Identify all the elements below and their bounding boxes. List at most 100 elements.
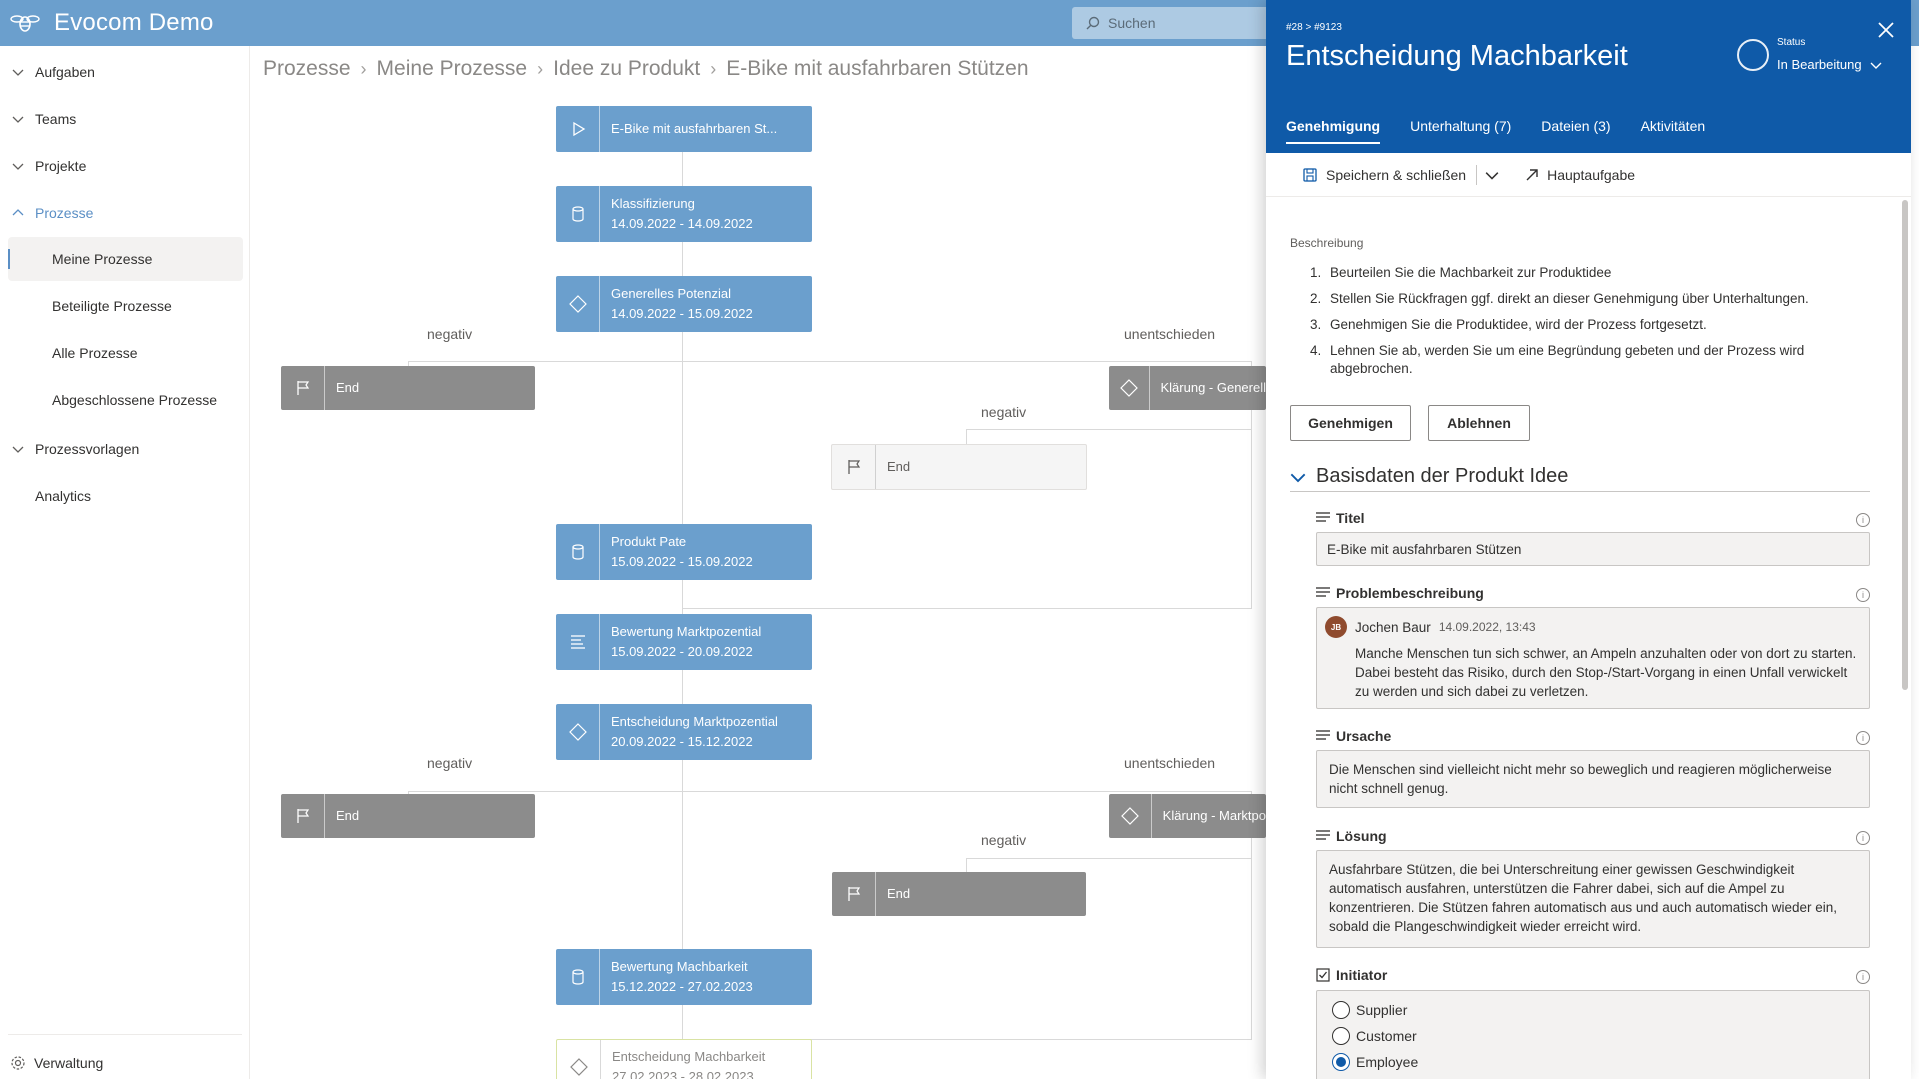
sidebar-item-teams[interactable]: Teams [0, 97, 250, 141]
main-task-button[interactable]: Hauptaufgabe [1525, 167, 1635, 183]
branch-label-negativ: negativ [427, 326, 473, 342]
flow-node-task[interactable]: Bewertung Machbarkeit 15.12.2022 - 27.02.… [556, 949, 812, 1005]
sidebar-sub-label: Beteiligte Prozesse [52, 298, 172, 314]
flow-node-task[interactable]: Produkt Pate 15.09.2022 - 15.09.2022 [556, 524, 812, 580]
flow-node-klaerung[interactable]: Klärung - Generell [1109, 366, 1266, 410]
flow-node-end[interactable]: End [281, 366, 535, 410]
sidebar-sub-beteiligte-prozesse[interactable]: Beteiligte Prozesse [8, 284, 243, 328]
diamond-icon [569, 1058, 588, 1076]
info-icon[interactable]: i [1856, 970, 1870, 984]
radio-button[interactable] [1332, 1027, 1350, 1045]
sidebar-item-aufgaben[interactable]: Aufgaben [0, 50, 250, 94]
description-item: 4. Lehnen Sie ab, werden Sie um eine Begr… [1310, 343, 1805, 376]
flow-node-decision[interactable]: Generelles Potenzial 14.09.2022 - 15.09.2… [556, 276, 812, 332]
flow-node-current[interactable]: Entscheidung Machbarkeit 27.02.2023 - 28.… [556, 1039, 812, 1079]
flow-node-task[interactable]: Klassifizierung 14.09.2022 - 14.09.2022 [556, 186, 812, 242]
info-icon[interactable]: i [1856, 731, 1870, 745]
flow-node-start[interactable]: E-Bike mit ausfahrbaren St... [556, 106, 812, 152]
tab-unterhaltung[interactable]: Unterhaltung (7) [1410, 118, 1511, 144]
panel-tabs: Genehmigung Unterhaltung (7) Dateien (3)… [1286, 118, 1735, 144]
database-icon [571, 969, 584, 985]
flow-connector [966, 858, 1252, 859]
save-close-button[interactable]: Speichern & schließen [1302, 167, 1466, 183]
flow-node-end[interactable]: End [832, 872, 1086, 916]
task-ids[interactable]: #28 > #9123 [1286, 22, 1342, 33]
sidebar: Aufgaben Teams Projekte Prozesse Meine P… [0, 46, 250, 1079]
tab-aktivitaeten[interactable]: Aktivitäten [1641, 118, 1706, 144]
radio-option-customer[interactable]: Customer [1332, 1027, 1417, 1045]
comment-text: Manche Menschen tun sich schwer, an Ampe… [1355, 646, 1857, 699]
breadcrumb-item[interactable]: E-Bike mit ausfahrbaren Stützen [726, 57, 1028, 81]
toolbar-separator [1476, 164, 1478, 185]
node-title: Entscheidung Machbarkeit [612, 1049, 766, 1064]
radio-option-employee[interactable]: Employee [1332, 1053, 1418, 1071]
node-title: Bewertung Marktpozential [611, 624, 762, 639]
comment-time: 14.09.2022, 13:43 [1438, 619, 1536, 634]
search-input[interactable]: Suchen [1072, 7, 1272, 39]
flow-node-end[interactable]: End [281, 794, 535, 838]
sidebar-item-analytics[interactable]: Analytics [35, 474, 91, 518]
flow-connector [408, 361, 1252, 362]
node-dates: 15.09.2022 - 15.09.2022 [611, 554, 753, 569]
flow-node-klaerung[interactable]: Klärung - Marktpo [1109, 794, 1266, 838]
status-dropdown[interactable]: In Bearbeitung [1777, 57, 1882, 72]
close-icon[interactable] [1876, 20, 1896, 40]
description-label: Beschreibung [1290, 236, 1364, 250]
section-header[interactable]: Basisdaten der Produkt Idee [1290, 462, 1870, 492]
node-title: End [336, 808, 360, 823]
info-icon[interactable]: i [1856, 588, 1870, 602]
checkbox-icon [1316, 968, 1330, 982]
flow-node-decision[interactable]: Entscheidung Marktpozential 20.09.2022 - … [556, 704, 812, 760]
info-icon[interactable]: i [1856, 513, 1870, 527]
sidebar-sub-abgeschlossene-prozesse[interactable]: Abgeschlossene Prozesse [8, 378, 243, 422]
sidebar-item-projekte[interactable]: Projekte [0, 144, 250, 188]
database-icon [571, 544, 584, 560]
node-title: Klärung - Generell [1160, 380, 1267, 395]
cause-field[interactable]: Die Menschen sind vielleicht nicht mehr … [1316, 750, 1870, 808]
flow-connector [682, 608, 1252, 609]
panel-body: Beschreibung 1. Beurteilen Sie die Machba… [1266, 198, 1911, 1079]
status-ring-icon [1737, 39, 1769, 71]
radio-option-supplier[interactable]: Supplier [1332, 1001, 1407, 1019]
approve-button[interactable]: Genehmigen [1290, 405, 1411, 441]
chevron-down-icon[interactable] [1485, 168, 1499, 182]
brand[interactable]: Evocom Demo [10, 8, 214, 38]
node-dates: 20.09.2022 - 15.12.2022 [611, 734, 753, 749]
tab-dateien[interactable]: Dateien (3) [1541, 118, 1610, 144]
radio-button-selected[interactable] [1332, 1053, 1350, 1071]
flow-node-end[interactable]: End [831, 444, 1087, 490]
info-icon[interactable]: i [1856, 831, 1870, 845]
branch-label-negativ: negativ [427, 755, 473, 771]
sidebar-item-prozesse[interactable]: Prozesse [0, 191, 250, 235]
breadcrumb-item[interactable]: Prozesse [263, 57, 351, 81]
main-task-label: Hauptaufgabe [1547, 166, 1636, 183]
breadcrumb-item[interactable]: Meine Prozesse [377, 57, 528, 81]
sidebar-item-prozessvorlagen[interactable]: Prozessvorlagen [0, 427, 250, 471]
problem-field[interactable]: JB Jochen Baur 14.09.2022, 13:43 Manche … [1316, 607, 1870, 709]
radio-button[interactable] [1332, 1001, 1350, 1019]
node-title: Klärung - Marktpo [1162, 808, 1266, 823]
flow-connector [966, 429, 1252, 430]
solution-field[interactable]: Ausfahrbare Stützen, die bei Unterschrei… [1316, 850, 1870, 948]
flow-node-task[interactable]: Bewertung Marktpozential 15.09.2022 - 20.… [556, 614, 812, 670]
sidebar-sub-meine-prozesse[interactable]: Meine Prozesse [8, 237, 243, 281]
diamond-icon [1119, 379, 1138, 397]
flag-icon [296, 809, 309, 823]
chevron-down-icon [12, 446, 24, 453]
sidebar-sub-alle-prozesse[interactable]: Alle Prozesse [8, 331, 243, 375]
reject-button[interactable]: Ablehnen [1428, 405, 1530, 441]
sidebar-item-label: Verwaltung [34, 1055, 104, 1071]
node-title: Bewertung Machbarkeit [611, 959, 748, 974]
play-icon [572, 121, 585, 137]
node-title: End [887, 886, 911, 901]
panel-header: #28 > #9123 Entscheidung Machbarkeit Sta… [1266, 0, 1911, 153]
title-field[interactable]: E-Bike mit ausfahrbaren Stützen [1316, 532, 1870, 566]
database-icon [571, 206, 584, 222]
tab-genehmigung[interactable]: Genehmigung [1286, 118, 1381, 144]
node-dates: 15.12.2022 - 27.02.2023 [611, 979, 753, 994]
avatar: JB [1325, 616, 1347, 638]
sidebar-item-verwaltung[interactable]: Verwaltung [10, 1055, 103, 1071]
comment-author: Jochen Baur [1355, 619, 1431, 635]
process-canvas: E-Bike mit ausfahrbaren St... Klassifizi… [251, 96, 1266, 1079]
breadcrumb-item[interactable]: Idee zu Produkt [553, 57, 700, 81]
